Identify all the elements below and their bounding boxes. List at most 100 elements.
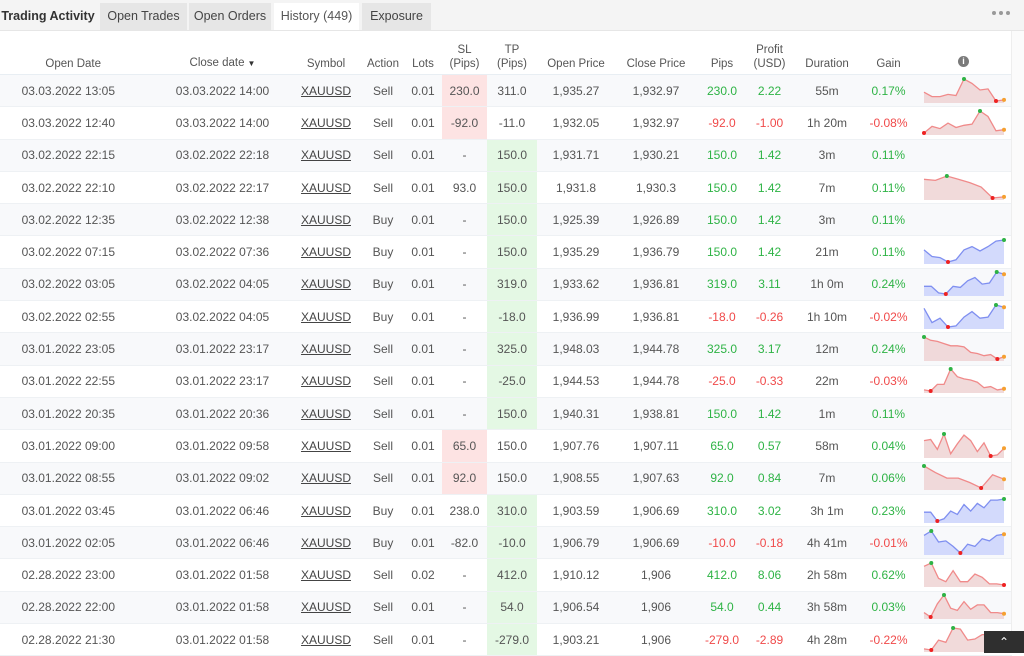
close-price-cell: 1,932.97	[615, 74, 697, 108]
symbol-link[interactable]: XAUUSD	[301, 310, 351, 324]
table-row[interactable]: 03.03.2022 12:40 03.03.2022 14:00 XAUUSD Se…	[0, 106, 1012, 140]
symbol-link[interactable]: XAUUSD	[301, 116, 351, 130]
sparkline-max-dot	[948, 367, 953, 372]
col-close-date[interactable]: Close date ▼	[155, 31, 290, 75]
close-date-cell: 03.01.2022 09:02	[155, 462, 290, 495]
symbol-link[interactable]: XAUUSD	[301, 277, 351, 291]
col-gain[interactable]: Gain	[862, 31, 915, 75]
sparkline-end-dot	[1001, 387, 1006, 392]
lots-cell: 0.01	[404, 365, 442, 398]
table-row[interactable]: 03.01.2022 02:05 03.01.2022 06:46 XAUUSD Bu…	[0, 526, 1012, 560]
table-row[interactable]: 03.02.2022 22:15 03.02.2022 22:18 XAUUSD Se…	[0, 139, 1012, 172]
sparkline-cell	[915, 235, 1012, 269]
table-row[interactable]: 03.02.2022 03:05 03.02.2022 04:05 XAUUSD Bu…	[0, 268, 1012, 302]
close-price-cell: 1,906	[615, 623, 697, 656]
tab-open-trades[interactable]: Open Trades	[100, 3, 187, 30]
pips-cell: 319.0	[697, 268, 747, 302]
tp-cell: -10.0	[487, 526, 537, 560]
sparkline-chart	[921, 464, 1006, 491]
sparkline-cell	[915, 203, 1012, 237]
lots-cell: 0.01	[404, 74, 442, 108]
open-date-cell: 03.01.2022 08:55	[0, 462, 155, 495]
table-row[interactable]: 03.02.2022 22:10 03.02.2022 22:17 XAUUSD Se…	[0, 171, 1012, 205]
symbol-link[interactable]: XAUUSD	[301, 374, 351, 388]
col-open-date[interactable]: Open Date	[0, 31, 155, 75]
action-cell: Sell	[362, 106, 404, 140]
symbol-link[interactable]: XAUUSD	[301, 504, 351, 518]
scrollbar[interactable]	[1011, 31, 1024, 653]
action-cell: Sell	[362, 623, 404, 656]
open-date-cell: 03.03.2022 12:40	[0, 106, 155, 140]
col-tp[interactable]: TP (Pips)	[487, 31, 537, 75]
info-icon[interactable]: i	[958, 56, 969, 67]
col-profit[interactable]: Profit (USD)	[747, 31, 792, 75]
tab-open-orders[interactable]: Open Orders	[189, 3, 271, 30]
sparkline-max-dot	[1001, 496, 1006, 501]
table-row[interactable]: 03.01.2022 22:55 03.01.2022 23:17 XAUUSD Se…	[0, 365, 1012, 398]
gain-cell: 0.03%	[862, 591, 915, 625]
tab-exposure[interactable]: Exposure	[362, 3, 431, 30]
sl-cell: -	[442, 591, 487, 625]
tab-history[interactable]: History (449)	[274, 3, 359, 30]
symbol-link[interactable]: XAUUSD	[301, 536, 351, 550]
col-sl[interactable]: SL (Pips)	[442, 31, 487, 75]
sparkline-min-dot	[928, 647, 933, 652]
table-row[interactable]: 03.02.2022 07:15 03.02.2022 07:36 XAUUSD Bu…	[0, 235, 1012, 269]
table-row[interactable]: 02.28.2022 23:00 03.01.2022 01:58 XAUUSD Se…	[0, 558, 1012, 592]
col-lots[interactable]: Lots	[404, 31, 442, 75]
open-price-cell: 1,925.39	[537, 203, 615, 237]
tp-cell: 325.0	[487, 332, 537, 366]
open-price-cell: 1,935.29	[537, 235, 615, 269]
header-row: Open Date Close date ▼ Symbol Action Lots…	[0, 31, 1012, 75]
symbol-link[interactable]: XAUUSD	[301, 181, 351, 195]
symbol-cell: XAUUSD	[290, 462, 362, 495]
symbol-link[interactable]: XAUUSD	[301, 633, 351, 647]
tp-cell: -279.0	[487, 623, 537, 656]
symbol-link[interactable]: XAUUSD	[301, 471, 351, 485]
profit-cell: 1.42	[747, 397, 792, 431]
table-row[interactable]: 03.03.2022 13:05 03.03.2022 14:00 XAUUSD Se…	[0, 74, 1012, 108]
more-options-icon[interactable]	[992, 9, 1010, 17]
table-row[interactable]: 02.28.2022 21:30 03.01.2022 01:58 XAUUSD Se…	[0, 623, 1012, 656]
open-price-cell: 1,932.05	[537, 106, 615, 140]
table-row[interactable]: 03.01.2022 03:45 03.01.2022 06:46 XAUUSD Bu…	[0, 494, 1012, 528]
symbol-link[interactable]: XAUUSD	[301, 84, 351, 98]
table-row[interactable]: 03.01.2022 23:05 03.01.2022 23:17 XAUUSD Se…	[0, 332, 1012, 366]
sparkline-max-dot	[928, 528, 933, 533]
action-cell: Buy	[362, 526, 404, 560]
symbol-link[interactable]: XAUUSD	[301, 568, 351, 582]
gain-cell: 0.04%	[862, 429, 915, 463]
table-row[interactable]: 02.28.2022 22:00 03.01.2022 01:58 XAUUSD Se…	[0, 591, 1012, 625]
col-symbol[interactable]: Symbol	[290, 31, 362, 75]
sl-cell: -	[442, 365, 487, 398]
scroll-to-top-button[interactable]: ⌃	[984, 631, 1024, 653]
symbol-link[interactable]: XAUUSD	[301, 600, 351, 614]
pips-cell: 92.0	[697, 462, 747, 495]
symbol-link[interactable]: XAUUSD	[301, 407, 351, 421]
symbol-cell: XAUUSD	[290, 494, 362, 528]
symbol-link[interactable]: XAUUSD	[301, 439, 351, 453]
table-row[interactable]: 03.02.2022 02:55 03.02.2022 04:05 XAUUSD Bu…	[0, 300, 1012, 334]
tp-cell: 150.0	[487, 397, 537, 431]
col-duration[interactable]: Duration	[792, 31, 862, 75]
gain-cell: -0.03%	[862, 365, 915, 398]
table-row[interactable]: 03.02.2022 12:35 03.02.2022 12:38 XAUUSD Bu…	[0, 203, 1012, 237]
col-pips[interactable]: Pips	[697, 31, 747, 75]
col-action[interactable]: Action	[362, 31, 404, 75]
lots-cell: 0.01	[404, 171, 442, 205]
sparkline-cell	[915, 462, 1012, 495]
col-open-price[interactable]: Open Price	[537, 31, 615, 75]
profit-cell: 3.02	[747, 494, 792, 528]
profit-cell: 8.06	[747, 558, 792, 592]
symbol-link[interactable]: XAUUSD	[301, 213, 351, 227]
symbol-link[interactable]: XAUUSD	[301, 148, 351, 162]
gain-cell: -0.01%	[862, 526, 915, 560]
col-close-price[interactable]: Close Price	[615, 31, 697, 75]
table-row[interactable]: 03.01.2022 20:35 03.01.2022 20:36 XAUUSD Se…	[0, 397, 1012, 431]
symbol-link[interactable]: XAUUSD	[301, 342, 351, 356]
table-row[interactable]: 03.01.2022 08:55 03.01.2022 09:02 XAUUSD Se…	[0, 462, 1012, 495]
sparkline-max-dot	[928, 561, 933, 566]
symbol-link[interactable]: XAUUSD	[301, 245, 351, 259]
table-row[interactable]: 03.01.2022 09:00 03.01.2022 09:58 XAUUSD Se…	[0, 429, 1012, 463]
sl-cell: -	[442, 623, 487, 656]
